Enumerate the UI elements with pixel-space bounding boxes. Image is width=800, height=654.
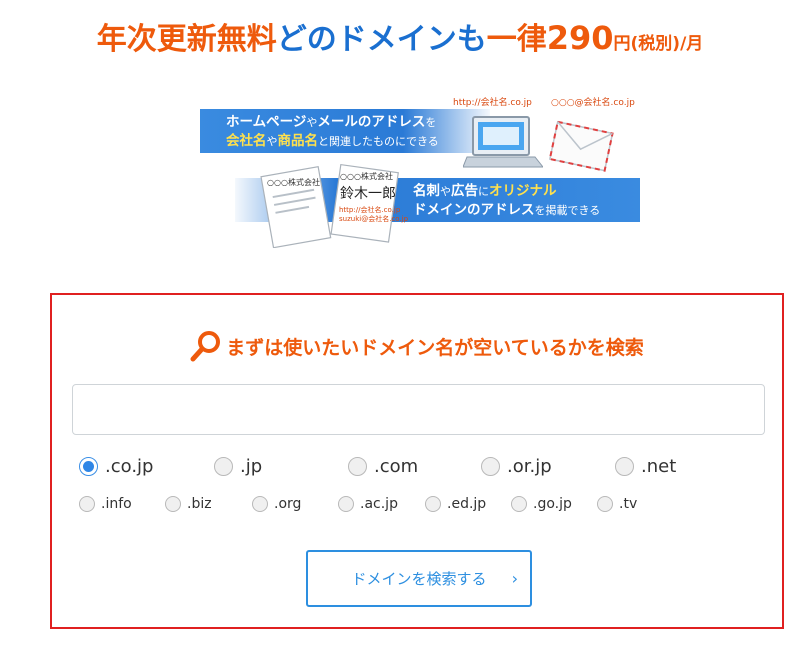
tld-option-org[interactable]: .org xyxy=(252,496,301,512)
magnifier-icon xyxy=(190,330,222,367)
radio-icon[interactable] xyxy=(338,496,354,512)
radio-icon[interactable] xyxy=(481,457,500,476)
tld-label: .info xyxy=(101,496,132,512)
headline-per-month: /月 xyxy=(680,34,704,54)
tld-label: .ac.jp xyxy=(360,496,398,512)
card-person-name: 鈴木一郎 xyxy=(340,186,396,202)
band2-text: に xyxy=(478,185,489,198)
tld-option-tv[interactable]: .tv xyxy=(597,496,637,512)
card-email: suzuki@会社名.co.jp xyxy=(339,215,409,223)
radio-icon[interactable] xyxy=(252,496,268,512)
domain-search-button[interactable]: ドメインを検索する › xyxy=(306,550,532,607)
domain-search-panel: まずは使いたいドメイン名が空いているかを検索 .co.jp .jp .com .… xyxy=(50,293,784,629)
band2-text: ドメインのアドレス xyxy=(413,202,535,218)
headline-flat: 一律 xyxy=(486,22,547,57)
band2-text: オリジナル xyxy=(489,183,557,199)
tld-option-jp[interactable]: .jp xyxy=(214,456,262,477)
envelope-icon xyxy=(545,105,615,179)
band2-text: を掲載できる xyxy=(534,204,601,217)
radio-checked-icon[interactable] xyxy=(79,457,98,476)
band1-text: ホームページ xyxy=(226,114,307,130)
tld-option-ed-jp[interactable]: .ed.jp xyxy=(425,496,486,512)
radio-icon[interactable] xyxy=(615,457,634,476)
card-company-1: ○○○株式会社 xyxy=(267,178,320,187)
headline-free-renewal: 年次更新無料 xyxy=(96,22,277,57)
headline: 年次更新無料どのドメインも一律290円(税別)/月 xyxy=(0,14,800,58)
url-label: http://会社名.co.jp xyxy=(453,98,532,108)
tld-option-ac-jp[interactable]: .ac.jp xyxy=(338,496,398,512)
tld-option-net[interactable]: .net xyxy=(615,456,676,477)
headline-any-domain: どのドメインも xyxy=(276,22,487,57)
band2-text: 名刺 xyxy=(413,183,440,199)
feature-band-address: ホームページやメールのアドレスを 会社名や商品名と関連したものにできる xyxy=(200,109,490,153)
tld-option-info[interactable]: .info xyxy=(79,496,132,512)
tld-label: .ed.jp xyxy=(447,496,487,512)
search-title-text: まずは使いたいドメイン名が空いているかを検索 xyxy=(226,337,644,359)
email-label: ○○○@会社名.co.jp xyxy=(551,98,635,108)
search-title: まずは使いたいドメイン名が空いているかを検索 xyxy=(52,330,782,367)
tld-label: .biz xyxy=(187,496,212,512)
tld-label: .tv xyxy=(619,496,638,512)
tld-label: .com xyxy=(374,456,419,477)
band1-text: 会社名 xyxy=(226,133,267,149)
domain-search-input[interactable] xyxy=(72,384,765,435)
headline-unit: 円 xyxy=(613,34,631,54)
band1-text: と関連したものにできる xyxy=(318,135,439,148)
radio-icon[interactable] xyxy=(597,496,613,512)
tld-label: .org xyxy=(274,496,302,512)
band1-text: や xyxy=(266,135,278,148)
band2-text: や xyxy=(440,185,451,198)
tld-label: .go.jp xyxy=(533,496,572,512)
card-company-2: ○○○株式会社 xyxy=(340,172,393,181)
radio-icon[interactable] xyxy=(79,496,95,512)
band1-text: メールのアドレス xyxy=(317,114,426,130)
band2-text: 広告 xyxy=(451,183,478,199)
radio-icon[interactable] xyxy=(214,457,233,476)
tld-label: .or.jp xyxy=(507,456,552,477)
radio-icon[interactable] xyxy=(165,496,181,512)
tld-option-com[interactable]: .com xyxy=(348,456,418,477)
search-button-label: ドメインを検索する xyxy=(351,570,487,588)
band1-text: や xyxy=(306,116,318,129)
feature-illustration: ホームページやメールのアドレスを 会社名や商品名と関連したものにできる 名刺や広… xyxy=(195,85,645,250)
tld-option-co-jp[interactable]: .co.jp xyxy=(79,456,153,477)
band1-text: を xyxy=(425,116,437,129)
radio-icon[interactable] xyxy=(511,496,527,512)
tld-label: .net xyxy=(641,456,677,477)
tld-option-or-jp[interactable]: .or.jp xyxy=(481,456,552,477)
chevron-right-icon: › xyxy=(511,569,518,588)
radio-icon[interactable] xyxy=(425,496,441,512)
radio-icon[interactable] xyxy=(348,457,367,476)
laptop-icon xyxy=(462,107,545,181)
tld-label: .jp xyxy=(240,456,263,477)
tld-option-biz[interactable]: .biz xyxy=(165,496,212,512)
headline-tax: (税別) xyxy=(630,34,681,54)
headline-price: 290 xyxy=(546,19,614,57)
band1-text: 商品名 xyxy=(277,133,319,149)
tld-label: .co.jp xyxy=(105,456,154,477)
tld-option-go-jp[interactable]: .go.jp xyxy=(511,496,572,512)
